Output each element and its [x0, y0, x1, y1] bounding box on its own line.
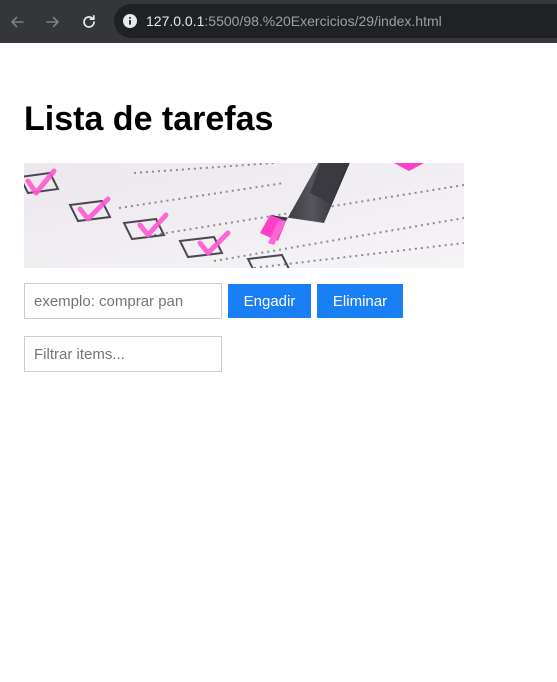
- back-arrow-icon: [11, 16, 24, 27]
- address-bar[interactable]: 127.0.0.1:5500/98.%20Exercicios/29/index…: [114, 4, 557, 38]
- url-host: 127.0.0.1: [146, 13, 205, 29]
- checklist-banner-image: [24, 163, 464, 268]
- back-button[interactable]: [2, 7, 32, 37]
- url-path: :5500/98.%20Exercicios/29/index.html: [204, 13, 442, 29]
- url-text[interactable]: 127.0.0.1:5500/98.%20Exercicios/29/index…: [146, 13, 442, 29]
- forward-arrow-icon: [46, 16, 59, 27]
- browser-toolbar: 127.0.0.1:5500/98.%20Exercicios/29/index…: [0, 0, 557, 43]
- reload-button[interactable]: [74, 7, 104, 37]
- task-input[interactable]: [24, 283, 222, 319]
- checklist-highlighter-image: [24, 163, 464, 268]
- add-button[interactable]: Engadir: [228, 284, 311, 318]
- filter-input[interactable]: [24, 336, 222, 372]
- remove-button[interactable]: Eliminar: [317, 284, 403, 318]
- reload-icon: [83, 14, 95, 28]
- page-title: Lista de tarefas: [24, 100, 274, 138]
- site-info-icon[interactable]: [122, 13, 138, 29]
- forward-button[interactable]: [38, 7, 68, 37]
